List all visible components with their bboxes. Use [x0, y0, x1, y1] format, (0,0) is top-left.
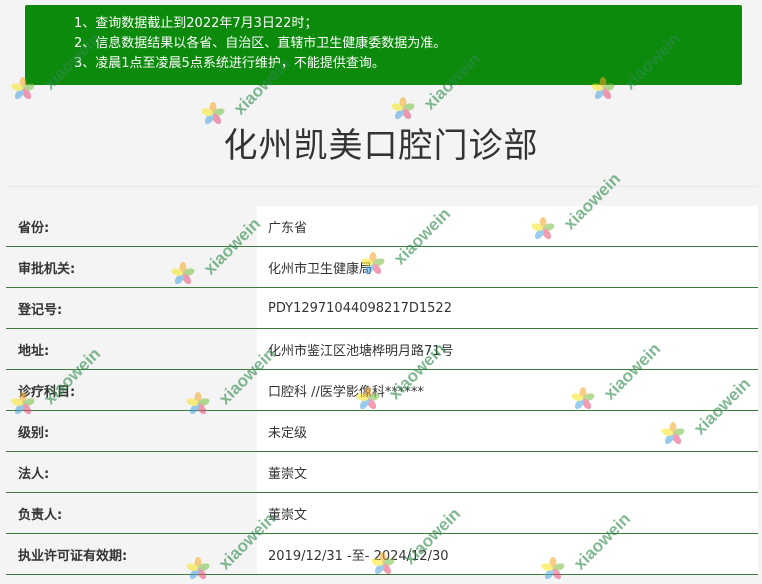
info-label: 审批机关:	[6, 247, 257, 287]
info-value: 化州市鉴江区池塘桦明月路71号	[257, 329, 758, 369]
info-row-approval-authority: 审批机关: 化州市卫生健康局	[6, 247, 758, 288]
info-value: 未定级	[257, 411, 758, 451]
notice-line: 3、凌晨1点至凌晨5点系统进行维护，不能提供查询。	[74, 56, 385, 71]
info-row-person-in-charge: 负责人: 董崇文	[6, 493, 758, 534]
info-label: 地址:	[6, 329, 257, 369]
info-row-address: 地址: 化州市鉴江区池塘桦明月路71号	[6, 329, 758, 370]
info-row-license-validity: 执业许可证有效期: 2019/12/31 -至- 2024/12/30	[6, 534, 758, 575]
notice-banner: 1、查询数据截止到2022年7月3日22时； 2、信息数据结果以各省、自治区、直…	[25, 5, 742, 85]
info-label: 执业许可证有效期:	[6, 534, 257, 574]
title-divider	[6, 186, 758, 187]
info-label: 法人:	[6, 452, 257, 492]
clinic-name-title: 化州凯美口腔门诊部	[223, 126, 539, 166]
info-label: 负责人:	[6, 493, 257, 533]
clinic-info-table: 省份: 广东省 审批机关: 化州市卫生健康局 登记号: PDY129710440…	[6, 206, 758, 575]
info-row-province: 省份: 广东省	[6, 206, 758, 247]
info-value: 2019/12/31 -至- 2024/12/30	[257, 534, 758, 574]
info-label: 省份:	[6, 206, 257, 246]
notice-line: 2、信息数据结果以各省、自治区、直辖市卫生健康委数据为准。	[74, 36, 447, 51]
info-value: PDY12971044098217D1522	[257, 288, 758, 328]
info-row-departments: 诊疗科目: 口腔科 //医学影像科******	[6, 370, 758, 411]
info-label: 登记号:	[6, 288, 257, 328]
info-label: 级别:	[6, 411, 257, 451]
info-value: 化州市卫生健康局	[257, 247, 758, 287]
info-value: 董崇文	[257, 452, 758, 492]
info-label: 诊疗科目:	[6, 370, 257, 410]
info-row-legal-person: 法人: 董崇文	[6, 452, 758, 493]
info-row-grade: 级别: 未定级	[6, 411, 758, 452]
notice-line: 1、查询数据截止到2022年7月3日22时；	[74, 16, 318, 31]
info-value: 广东省	[257, 206, 758, 246]
info-row-registration-number: 登记号: PDY12971044098217D1522	[6, 288, 758, 329]
info-value: 口腔科 //医学影像科******	[257, 370, 758, 410]
info-value: 董崇文	[257, 493, 758, 533]
